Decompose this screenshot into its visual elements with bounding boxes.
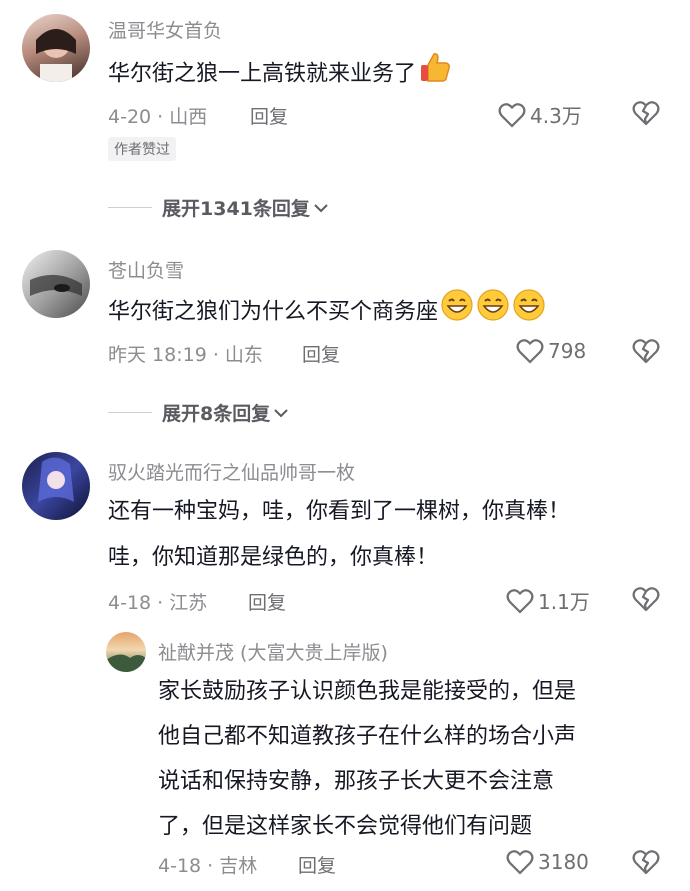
reply-text-line: 他自己都不知道教孩子在什么样的场合小声 — [158, 724, 577, 749]
comment-text-line: 哇，你知道那是绿色的，你真棒！ — [108, 545, 439, 570]
comment-text-line: 华尔街之狼一上高铁就来业务了 — [108, 61, 417, 87]
avatar[interactable] — [22, 452, 90, 520]
reply-button[interactable]: 回复 — [298, 851, 336, 878]
broken-heart-icon — [632, 101, 660, 126]
comment-text-line: 华尔街之狼们为什么不买个商务座 — [108, 299, 439, 325]
comment-meta: 4-18 · 江苏 — [108, 592, 208, 614]
divider — [108, 412, 152, 413]
author-liked-badge: 作者赞过 — [108, 137, 176, 161]
broken-heart-icon — [632, 339, 660, 364]
dislike-button[interactable] — [632, 849, 660, 879]
heart-outline-icon — [498, 102, 526, 128]
reply-button[interactable]: 回复 — [248, 588, 286, 615]
expand-replies-button[interactable]: 展开1341条回复 — [108, 194, 330, 221]
comment-username[interactable]: 温哥华女首负 — [108, 16, 222, 43]
comment-text: 华尔街之狼们为什么不买个商务座 — [108, 288, 546, 337]
avatar[interactable] — [106, 632, 146, 672]
comment-meta: 4-20 · 山西 — [108, 106, 208, 128]
avatar[interactable] — [22, 14, 90, 82]
like-button[interactable]: 3180 — [506, 849, 589, 875]
like-button[interactable]: 798 — [516, 338, 586, 364]
chevron-down-icon — [314, 203, 328, 212]
grin-emoji — [440, 288, 474, 337]
expand-replies-label: 展开1341条回复 — [162, 198, 310, 220]
comment-meta: 昨天 18:19 · 山东 — [108, 344, 263, 366]
heart-outline-icon — [506, 588, 534, 614]
grin-emoji — [476, 288, 510, 337]
reply-text-line: 家长鼓励孩子认识颜色我是能接受的，但是 — [158, 679, 577, 704]
comment-text: 华尔街之狼一上高铁就来业务了 — [108, 50, 452, 99]
reply-meta: 4-18 · 吉林 — [158, 855, 258, 877]
expand-replies-button[interactable]: 展开8条回复 — [108, 399, 290, 426]
chevron-down-icon — [274, 408, 288, 417]
dislike-button[interactable] — [632, 100, 660, 130]
broken-heart-icon — [632, 587, 660, 612]
heart-outline-icon — [506, 850, 534, 875]
comment-username[interactable]: 驭火踏光而行之仙品帅哥一枚 — [108, 458, 355, 485]
like-count: 1.1万 — [538, 590, 590, 614]
like-button[interactable]: 4.3万 — [498, 100, 582, 129]
expand-replies-label: 展开8条回复 — [162, 403, 271, 425]
like-count: 3180 — [538, 850, 589, 874]
reply-text-line: 说话和保持安静，那孩子长大更不会注意 — [158, 769, 555, 794]
comment-username[interactable]: 苍山负雪 — [108, 256, 184, 283]
avatar[interactable] — [22, 250, 90, 318]
grin-emoji — [512, 288, 546, 337]
like-button[interactable]: 1.1万 — [506, 586, 590, 615]
dislike-button[interactable] — [632, 338, 660, 368]
reply-button[interactable]: 回复 — [302, 340, 340, 367]
dislike-button[interactable] — [632, 586, 660, 616]
broken-heart-icon — [632, 850, 660, 875]
like-count: 798 — [548, 339, 587, 363]
comment-text-line: 还有一种宝妈，哇，你看到了一棵树，你真棒！ — [108, 499, 571, 524]
reply-username[interactable]: 祉猷并茂 (大富大贵上岸版) — [158, 638, 388, 665]
reply-button[interactable]: 回复 — [250, 102, 288, 129]
heart-outline-icon — [516, 339, 544, 364]
divider — [108, 207, 152, 208]
like-count: 4.3万 — [530, 104, 582, 128]
reply-text-line: 了，但是这样家长不会觉得他们有问题 — [158, 814, 533, 839]
thumbs-up-emoji — [418, 50, 452, 99]
